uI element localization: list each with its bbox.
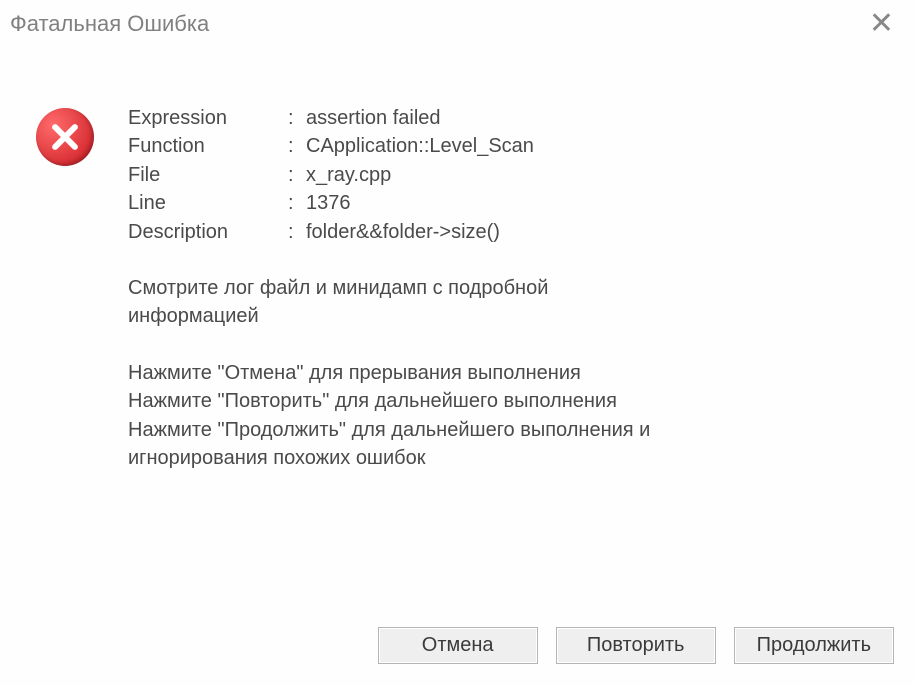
hint-retry: Нажмите "Повторить" для дальнейшего выпо… — [128, 387, 890, 415]
sep: : — [288, 161, 306, 189]
hint-buttons: Нажмите "Отмена" для прерывания выполнен… — [128, 359, 890, 473]
value-expression: assertion failed — [306, 104, 890, 132]
sep: : — [288, 132, 306, 160]
icon-column — [36, 104, 128, 591]
close-icon[interactable]: ✕ — [863, 9, 900, 39]
hint-cancel: Нажмите "Отмена" для прерывания выполнен… — [128, 359, 890, 387]
error-icon — [36, 108, 94, 166]
sep: : — [288, 218, 306, 246]
sep: : — [288, 189, 306, 217]
dialog-title: Фатальная Ошибка — [10, 11, 209, 37]
value-description: folder&&folder->size() — [306, 218, 890, 246]
label-file: File — [128, 161, 288, 189]
value-function: CApplication::Level_Scan — [306, 132, 890, 160]
button-row: Отмена Повторить Продолжить — [0, 611, 914, 686]
hint-log-line1: Смотрите лог файл и минидамп с подробной — [128, 274, 890, 302]
sep: : — [288, 104, 306, 132]
label-description: Description — [128, 218, 288, 246]
value-line: 1376 — [306, 189, 890, 217]
hint-log: Смотрите лог файл и минидамп с подробной… — [128, 274, 890, 331]
label-expression: Expression — [128, 104, 288, 132]
cancel-button[interactable]: Отмена — [378, 627, 538, 664]
field-function: Function : CApplication::Level_Scan — [128, 132, 890, 160]
value-file: x_ray.cpp — [306, 161, 890, 189]
field-description: Description : folder&&folder->size() — [128, 218, 890, 246]
hint-continue2: игнорирования похожих ошибок — [128, 444, 890, 472]
hint-log-line2: информацией — [128, 302, 890, 330]
field-file: File : x_ray.cpp — [128, 161, 890, 189]
field-line: Line : 1376 — [128, 189, 890, 217]
label-line: Line — [128, 189, 288, 217]
message-column: Expression : assertion failed Function :… — [128, 104, 890, 591]
retry-button[interactable]: Повторить — [556, 627, 716, 664]
field-expression: Expression : assertion failed — [128, 104, 890, 132]
continue-button[interactable]: Продолжить — [734, 627, 894, 664]
label-function: Function — [128, 132, 288, 160]
error-dialog: Фатальная Ошибка ✕ Expression : assertio… — [0, 0, 914, 686]
dialog-body: Expression : assertion failed Function :… — [0, 44, 914, 611]
titlebar: Фатальная Ошибка ✕ — [0, 0, 914, 44]
hint-continue1: Нажмите "Продолжить" для дальнейшего вып… — [128, 416, 890, 444]
